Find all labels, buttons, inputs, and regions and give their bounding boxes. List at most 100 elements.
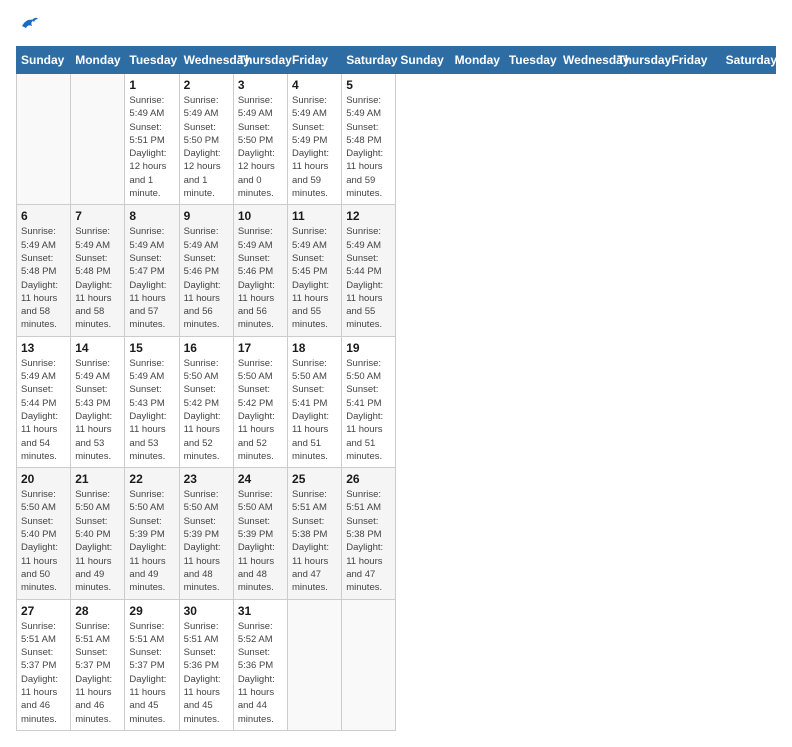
cell-content: Sunrise: 5:51 AMSunset: 5:37 PMDaylight:… [75, 620, 120, 726]
day-number: 24 [238, 472, 283, 486]
day-number: 12 [346, 209, 391, 223]
page-header [16, 16, 776, 36]
day-header-tuesday: Tuesday [125, 47, 179, 74]
day-header-wednesday: Wednesday [559, 47, 613, 74]
day-header-sunday: Sunday [396, 47, 450, 74]
day-number: 7 [75, 209, 120, 223]
day-number: 3 [238, 78, 283, 92]
day-header-monday: Monday [71, 47, 125, 74]
calendar-cell: 16Sunrise: 5:50 AMSunset: 5:42 PMDayligh… [179, 336, 233, 467]
day-header-wednesday: Wednesday [179, 47, 233, 74]
day-number: 20 [21, 472, 66, 486]
day-header-tuesday: Tuesday [504, 47, 558, 74]
calendar-cell [17, 74, 71, 205]
calendar-cell [342, 599, 396, 730]
day-header-friday: Friday [667, 47, 721, 74]
day-number: 25 [292, 472, 337, 486]
calendar-cell: 10 Sunrise: 5:49 AMSunset: 5:46 PMDayligh… [233, 205, 287, 336]
calendar-cell: 18 Sunrise: 5:50 AMSunset: 5:41 PMDayligh… [288, 336, 342, 467]
cell-content: Sunrise: 5:50 AMSunset: 5:39 PMDaylight:… [238, 488, 283, 594]
cell-content: Sunrise: 5:50 AMSunset: 5:40 PMDaylight:… [75, 488, 120, 594]
calendar-cell: 29 Sunrise: 5:51 AMSunset: 5:37 PMDayligh… [125, 599, 179, 730]
cell-content: Sunrise: 5:52 AMSunset: 5:36 PMDaylight:… [238, 620, 283, 726]
calendar-cell: 19Sunrise: 5:50 AMSunset: 5:41 PMDayligh… [342, 336, 396, 467]
cell-content: Sunrise: 5:49 AMSunset: 5:46 PMDaylight:… [238, 225, 283, 331]
day-number: 6 [21, 209, 66, 223]
calendar-cell: 1Sunrise: 5:49 AMSunset: 5:51 PMDaylight… [125, 74, 179, 205]
cell-content: Sunrise: 5:50 AMSunset: 5:41 PMDaylight:… [346, 357, 391, 463]
cell-content: Sunrise: 5:51 AMSunset: 5:38 PMDaylight:… [346, 488, 391, 594]
calendar-cell: 8Sunrise: 5:49 AMSunset: 5:47 PMDaylight… [125, 205, 179, 336]
day-header-friday: Friday [288, 47, 342, 74]
calendar-cell: 14 Sunrise: 5:49 AMSunset: 5:43 PMDayligh… [71, 336, 125, 467]
calendar-cell: 3 Sunrise: 5:49 AMSunset: 5:50 PMDaylight… [233, 74, 287, 205]
cell-content: Sunrise: 5:49 AMSunset: 5:48 PMDaylight:… [346, 94, 391, 200]
calendar-cell: 21 Sunrise: 5:50 AMSunset: 5:40 PMDayligh… [71, 468, 125, 599]
cell-content: Sunrise: 5:50 AMSunset: 5:39 PMDaylight:… [184, 488, 229, 594]
calendar-week-row: 6 Sunrise: 5:49 AMSunset: 5:48 PMDaylight… [17, 205, 776, 336]
cell-content: Sunrise: 5:50 AMSunset: 5:40 PMDaylight:… [21, 488, 66, 594]
day-header-saturday: Saturday [721, 47, 775, 74]
day-number: 15 [129, 341, 174, 355]
cell-content: Sunrise: 5:50 AMSunset: 5:42 PMDaylight:… [238, 357, 283, 463]
day-number: 21 [75, 472, 120, 486]
day-number: 18 [292, 341, 337, 355]
cell-content: Sunrise: 5:49 AMSunset: 5:49 PMDaylight:… [292, 94, 337, 200]
cell-content: Sunrise: 5:49 AMSunset: 5:50 PMDaylight:… [184, 94, 229, 200]
cell-content: Sunrise: 5:49 AMSunset: 5:46 PMDaylight:… [184, 225, 229, 331]
calendar-cell: 13Sunrise: 5:49 AMSunset: 5:44 PMDayligh… [17, 336, 71, 467]
calendar-cell: 22Sunrise: 5:50 AMSunset: 5:39 PMDayligh… [125, 468, 179, 599]
day-header-thursday: Thursday [233, 47, 287, 74]
day-number: 23 [184, 472, 229, 486]
calendar-cell: 27 Sunrise: 5:51 AMSunset: 5:37 PMDayligh… [17, 599, 71, 730]
calendar-header-row: SundayMondayTuesdayWednesdayThursdayFrid… [17, 47, 776, 74]
logo-bird-icon [18, 14, 40, 36]
cell-content: Sunrise: 5:49 AMSunset: 5:48 PMDaylight:… [75, 225, 120, 331]
cell-content: Sunrise: 5:49 AMSunset: 5:43 PMDaylight:… [129, 357, 174, 463]
cell-content: Sunrise: 5:51 AMSunset: 5:37 PMDaylight:… [21, 620, 66, 726]
cell-content: Sunrise: 5:50 AMSunset: 5:42 PMDaylight:… [184, 357, 229, 463]
calendar-cell [71, 74, 125, 205]
calendar-cell: 24 Sunrise: 5:50 AMSunset: 5:39 PMDayligh… [233, 468, 287, 599]
calendar-cell: 7 Sunrise: 5:49 AMSunset: 5:48 PMDaylight… [71, 205, 125, 336]
day-number: 26 [346, 472, 391, 486]
cell-content: Sunrise: 5:49 AMSunset: 5:44 PMDaylight:… [346, 225, 391, 331]
calendar-cell: 30 Sunrise: 5:51 AMSunset: 5:36 PMDayligh… [179, 599, 233, 730]
cell-content: Sunrise: 5:49 AMSunset: 5:43 PMDaylight:… [75, 357, 120, 463]
calendar-cell: 4Sunrise: 5:49 AMSunset: 5:49 PMDaylight… [288, 74, 342, 205]
day-header-saturday: Saturday [342, 47, 396, 74]
calendar-week-row: 20 Sunrise: 5:50 AMSunset: 5:40 PMDayligh… [17, 468, 776, 599]
logo [16, 16, 40, 36]
day-number: 10 [238, 209, 283, 223]
calendar-week-row: 13Sunrise: 5:49 AMSunset: 5:44 PMDayligh… [17, 336, 776, 467]
calendar-cell: 20 Sunrise: 5:50 AMSunset: 5:40 PMDayligh… [17, 468, 71, 599]
cell-content: Sunrise: 5:49 AMSunset: 5:50 PMDaylight:… [238, 94, 283, 200]
day-number: 9 [184, 209, 229, 223]
day-number: 30 [184, 604, 229, 618]
calendar-cell: 28 Sunrise: 5:51 AMSunset: 5:37 PMDayligh… [71, 599, 125, 730]
calendar-cell: 26 Sunrise: 5:51 AMSunset: 5:38 PMDayligh… [342, 468, 396, 599]
day-number: 17 [238, 341, 283, 355]
cell-content: Sunrise: 5:49 AMSunset: 5:44 PMDaylight:… [21, 357, 66, 463]
day-number: 22 [129, 472, 174, 486]
day-header-sunday: Sunday [17, 47, 71, 74]
day-number: 27 [21, 604, 66, 618]
calendar-week-row: 1Sunrise: 5:49 AMSunset: 5:51 PMDaylight… [17, 74, 776, 205]
calendar-cell: 6Sunrise: 5:49 AMSunset: 5:48 PMDaylight… [17, 205, 71, 336]
calendar-week-row: 27 Sunrise: 5:51 AMSunset: 5:37 PMDayligh… [17, 599, 776, 730]
cell-content: Sunrise: 5:50 AMSunset: 5:41 PMDaylight:… [292, 357, 337, 463]
cell-content: Sunrise: 5:51 AMSunset: 5:37 PMDaylight:… [129, 620, 174, 726]
day-number: 2 [184, 78, 229, 92]
calendar-table: SundayMondayTuesdayWednesdayThursdayFrid… [16, 46, 776, 731]
calendar-cell: 5Sunrise: 5:49 AMSunset: 5:48 PMDaylight… [342, 74, 396, 205]
day-number: 31 [238, 604, 283, 618]
day-number: 14 [75, 341, 120, 355]
day-number: 28 [75, 604, 120, 618]
day-number: 29 [129, 604, 174, 618]
cell-content: Sunrise: 5:49 AMSunset: 5:47 PMDaylight:… [129, 225, 174, 331]
cell-content: Sunrise: 5:51 AMSunset: 5:36 PMDaylight:… [184, 620, 229, 726]
calendar-cell: 31 Sunrise: 5:52 AMSunset: 5:36 PMDayligh… [233, 599, 287, 730]
calendar-cell: 12 Sunrise: 5:49 AMSunset: 5:44 PMDayligh… [342, 205, 396, 336]
calendar-cell: 17 Sunrise: 5:50 AMSunset: 5:42 PMDayligh… [233, 336, 287, 467]
calendar-cell: 23 Sunrise: 5:50 AMSunset: 5:39 PMDayligh… [179, 468, 233, 599]
